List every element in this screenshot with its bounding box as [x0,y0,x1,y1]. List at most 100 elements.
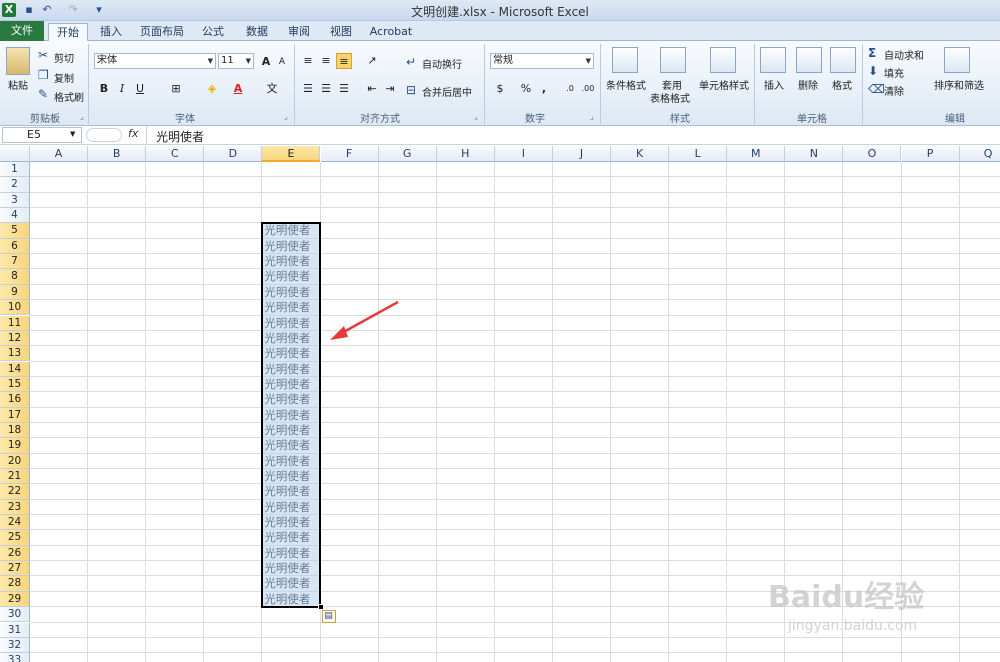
select-all-corner[interactable] [0,146,30,162]
format-cells-icon[interactable] [830,47,856,73]
currency-icon[interactable]: $ [492,81,508,97]
row-header-32[interactable]: 32 [0,637,30,654]
clipboard-launcher-icon[interactable]: ⌟ [80,112,84,121]
align-bottom-icon[interactable]: ≡ [336,53,352,69]
column-header-L[interactable]: L [669,146,728,162]
column-header-H[interactable]: H [436,146,495,162]
autosum-button[interactable]: 自动求和 [884,47,924,62]
insert-cells-button[interactable]: 插入 [764,77,784,92]
row-header-27[interactable]: 27 [0,561,30,577]
column-header-J[interactable]: J [552,146,611,162]
fx-icon[interactable]: fx [128,127,138,140]
row-header-2[interactable]: 2 [0,177,30,193]
column-header-O[interactable]: O [843,146,902,162]
cut-button[interactable]: 剪切 [54,50,74,65]
percent-button[interactable]: % [518,81,534,97]
row-header-1[interactable]: 1 [0,162,30,178]
tab-insert[interactable]: 插入 [94,23,128,41]
number-launcher-icon[interactable]: ⌟ [590,112,594,121]
format-as-table-button-line2[interactable]: 表格格式 [650,90,690,105]
row-header-11[interactable]: 11 [0,315,30,331]
decrease-indent-icon[interactable]: ⇤ [364,81,380,97]
row-header-9[interactable]: 9 [0,284,30,301]
align-center-icon[interactable]: ☰ [318,81,334,97]
sort-filter-icon[interactable] [944,47,970,73]
column-header-B[interactable]: B [88,146,147,162]
font-color-icon[interactable]: A [230,81,246,97]
font-name-combo[interactable]: 宋体 ▼ [94,53,216,69]
paste-button[interactable]: 粘贴 [8,77,28,92]
align-top-icon[interactable]: ≡ [300,53,316,69]
italic-button[interactable]: I [114,81,130,97]
tab-acrobat[interactable]: Acrobat [366,23,416,41]
tab-view[interactable]: 视图 [324,23,358,41]
font-launcher-icon[interactable]: ⌟ [284,112,288,121]
row-header-5[interactable]: 5 [0,223,30,239]
row-header-14[interactable]: 14 [0,361,30,377]
row-header-10[interactable]: 10 [0,300,30,316]
fill-button[interactable]: 填充 [884,65,904,80]
wrap-text-button[interactable]: 自动换行 [422,56,462,71]
paste-icon[interactable] [6,47,30,75]
sort-filter-button[interactable]: 排序和筛选 [934,77,984,92]
font-size-combo[interactable]: 11 ▼ [218,53,254,69]
align-right-icon[interactable]: ☰ [336,81,352,97]
cell-styles-icon[interactable] [710,47,736,73]
row-header-18[interactable]: 18 [0,422,30,439]
align-left-icon[interactable]: ☰ [300,81,316,97]
selection-range[interactable] [261,222,322,609]
shrink-font-icon[interactable]: A [274,54,290,70]
column-header-M[interactable]: M [727,146,786,162]
conditional-format-button[interactable]: 条件格式 [606,77,646,92]
row-header-8[interactable]: 8 [0,269,30,285]
row-header-15[interactable]: 15 [0,376,30,393]
underline-button[interactable]: U [132,81,148,97]
row-header-29[interactable]: 29 [0,591,30,608]
row-header-6[interactable]: 6 [0,238,30,255]
delete-cells-icon[interactable] [796,47,822,73]
tab-page-layout[interactable]: 页面布局 [138,23,186,41]
row-header-25[interactable]: 25 [0,530,30,546]
tab-data[interactable]: 数据 [240,23,274,41]
phonetic-button[interactable]: 文 [264,81,280,97]
row-header-7[interactable]: 7 [0,254,30,270]
row-header-23[interactable]: 23 [0,499,30,515]
column-header-C[interactable]: C [146,146,205,162]
alignment-launcher-icon[interactable]: ⌟ [474,112,478,121]
worksheet-grid[interactable]: ABCDEFGHIJKLMNOPQ 1 2 3 4 5 6 7 8 9 10 11 12 13 14 15 1… [0,146,1000,662]
formula-input[interactable]: 光明使者 [156,128,204,145]
row-header-21[interactable]: 21 [0,469,30,485]
column-header-E[interactable]: E [262,146,321,162]
insert-cells-icon[interactable] [760,47,786,73]
format-as-table-icon[interactable] [660,47,686,73]
formula-bar-splitter[interactable] [86,128,122,142]
conditional-format-icon[interactable] [612,47,638,73]
fill-color-icon[interactable]: ◈ [204,81,220,97]
row-header-30[interactable]: 30 [0,607,30,623]
comma-button[interactable]: , [536,81,552,97]
delete-cells-button[interactable]: 删除 [798,77,818,92]
cell-styles-button[interactable]: 单元格样式 [699,77,749,92]
increase-decimal-icon[interactable]: .0 [562,81,578,97]
row-header-24[interactable]: 24 [0,515,30,531]
column-header-P[interactable]: P [901,146,960,162]
grow-font-icon[interactable]: A [258,54,274,70]
row-header-4[interactable]: 4 [0,208,30,224]
row-header-12[interactable]: 12 [0,330,30,347]
row-header-20[interactable]: 20 [0,453,30,469]
row-header-16[interactable]: 16 [0,392,30,408]
column-header-F[interactable]: F [320,146,379,162]
column-header-G[interactable]: G [378,146,437,162]
increase-indent-icon[interactable]: ⇥ [382,81,398,97]
column-header-K[interactable]: K [611,146,670,162]
row-header-22[interactable]: 22 [0,484,30,500]
column-header-N[interactable]: N [785,146,844,162]
row-header-31[interactable]: 31 [0,622,30,638]
tab-formulas[interactable]: 公式 [196,23,230,41]
align-middle-icon[interactable]: ≡ [318,53,334,69]
row-header-26[interactable]: 26 [0,545,30,562]
row-header-17[interactable]: 17 [0,407,30,423]
row-header-33[interactable]: 33 [0,653,30,662]
clear-button[interactable]: 清除 [884,83,904,98]
row-header-3[interactable]: 3 [0,192,30,208]
